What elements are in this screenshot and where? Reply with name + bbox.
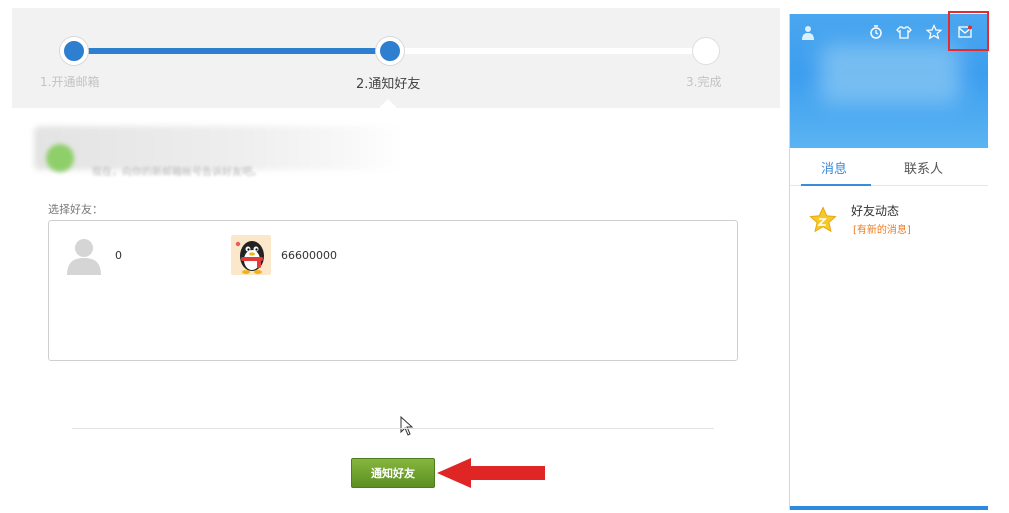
red-arrow-icon (437, 458, 545, 488)
blurred-profile (820, 44, 960, 104)
feed-title: 好友动态 (851, 204, 900, 218)
step-1-marker (60, 37, 88, 65)
mail-icon-highlight (948, 11, 989, 51)
notify-friends-button[interactable]: 通知好友 (351, 458, 435, 488)
shirt-icon[interactable] (896, 24, 912, 40)
friend-name: 0 (115, 248, 122, 262)
qq-side-panel: 消息 联系人 好友动态 [有新的消息] (789, 11, 989, 510)
step-2-label: 2.通知好友 (356, 77, 421, 92)
penguin-avatar-icon (231, 235, 271, 275)
panel-bottom-bar (790, 506, 988, 510)
star-icon (809, 206, 837, 233)
progress-fill (72, 48, 389, 54)
step-3-marker (692, 37, 720, 65)
user-icon[interactable] (800, 24, 816, 40)
tab-messages[interactable]: 消息 (821, 158, 847, 177)
panel-tabs: 消息 联系人 (790, 148, 988, 186)
step-1-label: 1.开通邮箱 (40, 75, 100, 89)
active-tab-indicator (801, 184, 871, 186)
hint-text: 现在，向你的新邮箱帐号告诉好友吧。 (92, 167, 262, 178)
friend-item[interactable]: 66600000 (231, 235, 337, 275)
mail-setup-wizard: 1.开通邮箱 2.通知好友 3.完成 现在，向你的新邮箱帐号告诉好友吧。 选择好… (0, 0, 780, 513)
clock-icon[interactable] (868, 24, 884, 40)
success-icon (46, 144, 74, 172)
tab-contacts[interactable]: 联系人 (904, 158, 943, 177)
friend-feed-item[interactable]: 好友动态 [有新的消息] (790, 198, 988, 242)
step-3-label: 3.完成 (686, 75, 722, 89)
friend-item[interactable]: 0 (63, 235, 122, 275)
friend-name: 66600000 (281, 248, 337, 262)
section-divider (72, 428, 714, 429)
friend-list: 0 66600000 (48, 220, 738, 361)
feed-new-message-badge: [有新的消息] (853, 225, 911, 236)
step-2-marker (376, 37, 404, 65)
mouse-pointer-icon (400, 416, 414, 436)
select-friends-label: 选择好友： (48, 203, 103, 216)
current-step-notch (379, 99, 397, 108)
default-avatar-icon (67, 239, 101, 275)
star-outline-icon[interactable] (926, 24, 942, 40)
